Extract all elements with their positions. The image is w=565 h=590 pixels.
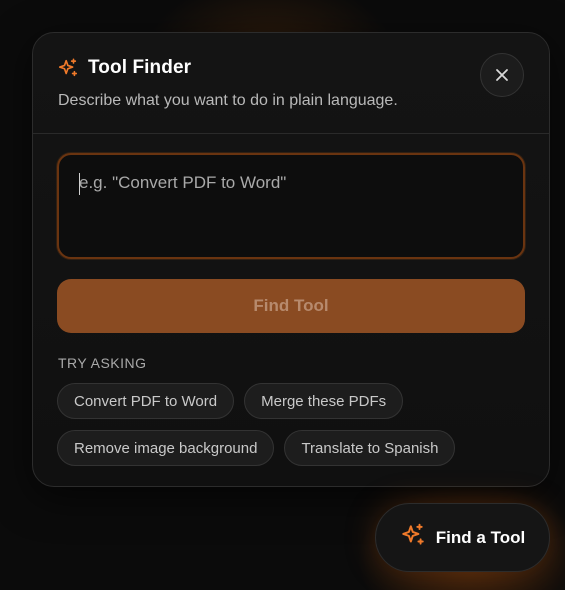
- dialog-subtitle: Describe what you want to do in plain la…: [58, 92, 398, 109]
- sparkle-icon: [400, 522, 426, 553]
- close-button[interactable]: [480, 53, 524, 97]
- close-icon: [496, 69, 508, 81]
- find-tool-button[interactable]: Find Tool: [57, 279, 525, 333]
- suggestion-chips: Convert PDF to Word Merge these PDFs Rem…: [57, 383, 527, 466]
- dialog-title: Tool Finder: [88, 57, 192, 78]
- suggestion-chip-translate-spanish[interactable]: Translate to Spanish: [284, 430, 456, 466]
- dialog-header: Tool Finder Describe what you want to do…: [33, 33, 549, 134]
- find-a-tool-label: Find a Tool: [435, 527, 526, 547]
- text-caret: [79, 173, 80, 195]
- query-input[interactable]: [59, 155, 523, 257]
- suggestion-chip-merge-pdfs[interactable]: Merge these PDFs: [244, 383, 404, 419]
- suggestion-chip-remove-background[interactable]: Remove image background: [57, 430, 275, 466]
- try-asking-heading: TRY ASKING: [58, 355, 147, 371]
- suggestion-chip-convert-pdf[interactable]: Convert PDF to Word: [57, 383, 235, 419]
- title-row: Tool Finder: [57, 57, 191, 79]
- tool-finder-dialog: Tool Finder Describe what you want to do…: [32, 32, 550, 487]
- sparkle-icon: [57, 57, 79, 79]
- find-a-tool-button[interactable]: Find a Tool: [375, 503, 550, 572]
- query-input-wrapper: [57, 153, 525, 259]
